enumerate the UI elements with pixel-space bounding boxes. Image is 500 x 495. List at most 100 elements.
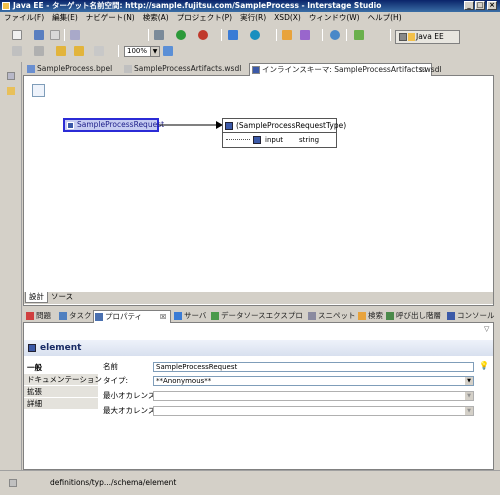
side-tab-general[interactable]: 一般 — [24, 362, 98, 374]
menu-project[interactable]: プロジェクト(P) — [173, 12, 236, 24]
element-node[interactable]: SampleProcessRequest — [63, 118, 164, 132]
new-icon[interactable] — [12, 30, 22, 40]
chevron-down-icon[interactable]: ▼ — [465, 392, 473, 400]
open-type-icon[interactable] — [282, 30, 292, 40]
connector-arrow — [159, 121, 223, 129]
print-icon[interactable] — [70, 30, 80, 40]
tab-design[interactable]: 設計 — [25, 292, 48, 303]
new-server-icon[interactable] — [228, 30, 238, 40]
forward-icon[interactable] — [94, 46, 104, 56]
tab-snippets[interactable]: スニペット — [307, 310, 356, 323]
minimize-button[interactable]: _ — [464, 1, 474, 10]
tab-problems[interactable]: 問題 — [25, 310, 57, 323]
close-button[interactable]: × — [487, 1, 497, 10]
menu-window[interactable]: ウィンドウ(W) — [305, 12, 364, 24]
menu-edit[interactable]: 編集(E) — [48, 12, 82, 24]
fast-view-icon[interactable] — [9, 479, 17, 487]
close-tab-icon[interactable]: ☒ — [420, 64, 426, 76]
element-icon — [67, 122, 74, 129]
tasks-icon — [59, 312, 67, 320]
save-icon[interactable] — [34, 30, 44, 40]
save-all-icon[interactable] — [50, 30, 60, 40]
publish-icon[interactable] — [250, 30, 260, 40]
maximize-button[interactable]: □ — [475, 1, 485, 10]
perspective-label: Java EE — [416, 32, 444, 41]
toolbar-separator — [346, 29, 347, 41]
status-path: definitions/typ.../schema/element — [50, 478, 177, 487]
properties-icon — [95, 313, 103, 321]
type-label: タイプ: — [103, 376, 129, 385]
properties-side-tabs: 一般 ドキュメンテーション 拡張 詳細 — [24, 362, 102, 410]
bpel-file-icon — [27, 65, 35, 73]
chevron-down-icon[interactable]: ▼ — [150, 47, 159, 56]
zoom-select[interactable]: 100% ▼ — [124, 46, 160, 57]
tab-inline-schema[interactable]: インラインスキーマ: SampleProcessArtifacts.wsdl ☒ — [249, 63, 442, 76]
tab-tasks[interactable]: タスク — [58, 310, 92, 323]
tab-sample-process-bpel[interactable]: SampleProcess.bpel — [25, 63, 121, 76]
toolbar-separator — [64, 29, 65, 41]
project-explorer-icon[interactable] — [7, 87, 15, 95]
tab-call-hierarchy[interactable]: 呼び出し階層 — [385, 310, 445, 323]
call-hierarchy-icon — [386, 312, 394, 320]
datasource-icon — [211, 312, 219, 320]
menu-file[interactable]: ファイル(F) — [0, 12, 48, 24]
view-menu-icon[interactable]: ▽ — [484, 325, 489, 333]
type-field-row[interactable]: input string — [223, 133, 336, 147]
web-browser-icon[interactable] — [330, 30, 340, 40]
left-trim-bar — [0, 62, 22, 470]
close-tab-icon[interactable]: ☒ — [160, 311, 166, 323]
debug-config-icon[interactable] — [154, 30, 164, 40]
editor-page-tabs: 設計 ソース — [24, 292, 493, 304]
external-tools-icon[interactable] — [198, 30, 208, 40]
servers-icon — [174, 312, 182, 320]
status-bar: definitions/typ.../schema/element — [0, 470, 500, 494]
menu-help[interactable]: ヘルプ(H) — [364, 12, 406, 24]
console-icon — [447, 312, 455, 320]
menu-search[interactable]: 検索(A) — [139, 12, 173, 24]
max-occurs-label: 最大オカレンス: — [103, 406, 158, 415]
restore-icon[interactable] — [7, 72, 15, 80]
tab-properties[interactable]: プロパティ ☒ — [93, 310, 171, 323]
tab-artifacts-wsdl[interactable]: SampleProcessArtifacts.wsdl — [122, 63, 248, 76]
tab-search[interactable]: 検索 — [357, 310, 384, 323]
toolbar-separator — [221, 29, 222, 41]
side-tab-extensions[interactable]: 拡張 — [24, 386, 98, 398]
min-occurs-select[interactable]: ▼ — [153, 391, 474, 401]
tab-source[interactable]: ソース — [48, 292, 76, 302]
perspective-switcher[interactable]: Java EE — [395, 30, 460, 44]
search-tool-icon[interactable] — [300, 30, 310, 40]
type-select[interactable]: **Anonymous** ▼ — [153, 376, 474, 386]
zoom-fit-icon[interactable] — [163, 46, 173, 56]
toolbar-separator — [276, 29, 277, 41]
chevron-down-icon[interactable]: ▼ — [465, 377, 473, 385]
complex-type-node[interactable]: (SampleProcessRequestType) input string — [222, 118, 346, 148]
menu-xsd[interactable]: XSD(X) — [270, 12, 305, 24]
name-field[interactable]: SampleProcessRequest — [153, 362, 474, 372]
toolbar-separator — [322, 29, 323, 41]
problems-icon — [26, 312, 34, 320]
last-edit-icon[interactable] — [56, 46, 66, 56]
toolbar-separator — [390, 29, 391, 41]
tab-datasource-explorer[interactable]: データソースエクスプロ — [210, 310, 306, 323]
tab-servers[interactable]: サーバ — [173, 310, 209, 323]
field-icon — [253, 136, 261, 144]
side-tab-advanced[interactable]: 詳細 — [24, 398, 98, 410]
chevron-down-icon[interactable]: ▼ — [465, 407, 473, 415]
name-label: 名前 — [103, 362, 118, 371]
properties-title: element — [24, 340, 493, 356]
annotation-icon[interactable] — [12, 46, 22, 56]
schema-design-canvas[interactable] — [24, 77, 493, 291]
sync-icon[interactable] — [354, 30, 364, 40]
tab-console[interactable]: コンソール — [446, 310, 495, 323]
open-perspective-icon[interactable] — [399, 33, 407, 41]
secondary-toolbar — [0, 43, 500, 59]
schema-overview-icon[interactable] — [32, 84, 45, 97]
run-icon[interactable] — [176, 30, 186, 40]
back-icon[interactable] — [74, 46, 84, 56]
next-annotation-icon[interactable] — [34, 46, 44, 56]
sequence-line — [226, 139, 250, 140]
max-occurs-select[interactable]: ▼ — [153, 406, 474, 416]
menu-run[interactable]: 実行(R) — [236, 12, 270, 24]
menu-navigate[interactable]: ナビゲート(N) — [82, 12, 139, 24]
side-tab-documentation[interactable]: ドキュメンテーション — [24, 374, 102, 386]
